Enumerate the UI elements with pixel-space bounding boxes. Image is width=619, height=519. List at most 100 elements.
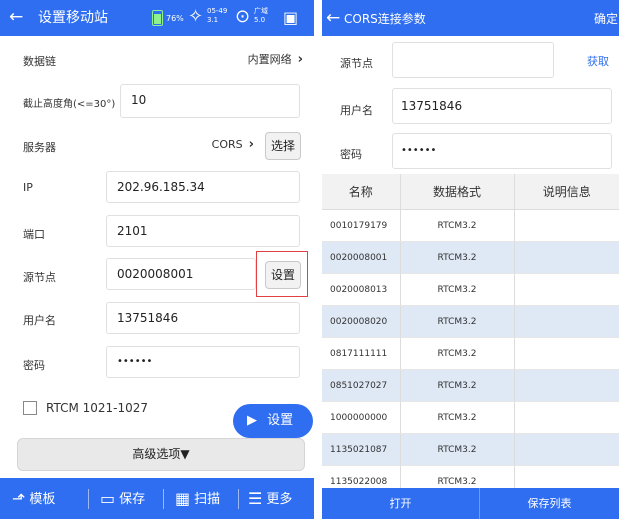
username-input[interactable]: 13751846 (392, 88, 612, 124)
mountpoint-set-button[interactable]: 设置 (265, 261, 301, 289)
fetch-button[interactable]: 获取 (587, 53, 609, 69)
chevron-right-icon: › (297, 52, 303, 67)
mountpoint-input[interactable]: 0020008001 (106, 258, 256, 290)
mountpoint-label: 源节点 (23, 271, 56, 284)
cell-name: 0851027027 (322, 369, 401, 402)
table-row[interactable]: 0851027027 RTCM3.2 (322, 369, 619, 402)
table-header-row: 名称 数据格式 说明信息 (322, 174, 619, 210)
cell-format: RTCM3.2 (400, 273, 515, 306)
table-row[interactable]: 0020008013 RTCM3.2 (322, 273, 619, 306)
mountpoint-table: 名称 数据格式 说明信息 0010179179 RTCM3.2 00200080… (322, 174, 619, 498)
fix-status-text: 广域 5.0 (254, 7, 268, 35)
toolbar-divider (238, 489, 239, 509)
save-icon: ▭ (100, 489, 116, 508)
cell-info (514, 273, 619, 306)
cell-info (514, 369, 619, 402)
column-header-info: 说明信息 (514, 174, 619, 210)
scan-label: 扫描 (194, 492, 221, 507)
page-title: 设置移动站 (38, 10, 108, 26)
toolbar-divider (88, 489, 89, 509)
column-header-format: 数据格式 (400, 174, 515, 210)
cell-format: RTCM3.2 (400, 337, 515, 370)
set-button[interactable]: ▶ 设置 (233, 404, 313, 438)
left-screen: ← 设置移动站 76% ✧ 05-49 3.1 ⊙ 广域 5.0 ▣ 数据链 内… (0, 0, 314, 519)
satellite-count-line2: 3.1 (207, 16, 219, 24)
satellite-icon: ✧ (188, 6, 204, 27)
table-row[interactable]: 0020008001 RTCM3.2 (322, 241, 619, 274)
satellite-count-line1: 05-49 (207, 7, 228, 15)
fix-status-icon: ⊙ (235, 6, 251, 27)
port-input[interactable]: 2101 (106, 215, 300, 247)
datalink-value: 内置网络 (247, 53, 292, 66)
template-icon: ⬏ (12, 489, 26, 508)
password-input[interactable]: •••••• (392, 133, 612, 169)
scan-button[interactable]: ▦ 扫描 (175, 478, 220, 519)
server-selector[interactable]: CORS › (190, 137, 254, 152)
password-label: 密码 (340, 148, 362, 161)
panel-gap (314, 0, 322, 519)
save-list-button[interactable]: 保存列表 (480, 488, 619, 519)
server-label: 服务器 (23, 141, 56, 154)
elevation-mask-input[interactable]: 10 (120, 84, 300, 118)
column-header-name: 名称 (322, 174, 401, 210)
table-row[interactable]: 0817111111 RTCM3.2 (322, 337, 619, 370)
elevation-mask-label: 截止高度角(<=30°) (23, 99, 116, 110)
cell-info (514, 305, 619, 338)
cell-format: RTCM3.2 (400, 241, 515, 274)
more-label: 更多 (266, 492, 293, 507)
cell-format: RTCM3.2 (400, 305, 515, 338)
qr-scan-icon: ▦ (175, 489, 191, 508)
cell-name: 0020008013 (322, 273, 401, 306)
right-header: ← CORS连接参数 确定 (322, 0, 619, 36)
fix-status-line2: 5.0 (254, 16, 266, 24)
advanced-options-button[interactable]: 高级选项▼ (17, 438, 305, 471)
ip-label: IP (23, 181, 33, 194)
username-input[interactable]: 13751846 (106, 302, 300, 334)
server-select-button[interactable]: 选择 (265, 132, 301, 160)
confirm-button[interactable]: 确定 (594, 10, 618, 27)
cell-name: 0010179179 (322, 209, 401, 242)
battery-icon (152, 10, 163, 26)
rtcm-checkbox[interactable] (23, 401, 37, 415)
cell-info (514, 433, 619, 466)
table-row[interactable]: 0020008020 RTCM3.2 (322, 305, 619, 338)
back-icon[interactable]: ← (9, 6, 23, 28)
cell-name: 0020008001 (322, 241, 401, 274)
open-button[interactable]: 打开 (322, 488, 479, 519)
table-row[interactable]: 0010179179 RTCM3.2 (322, 209, 619, 242)
cell-name: 0020008020 (322, 305, 401, 338)
username-label: 用户名 (23, 314, 56, 327)
save-label: 保存 (119, 492, 146, 507)
template-button[interactable]: ⬏ 模板 (12, 478, 55, 519)
table-row[interactable]: 1000000000 RTCM3.2 (322, 401, 619, 434)
cell-name: 1000000000 (322, 401, 401, 434)
fix-status-line1: 广域 (254, 7, 268, 15)
datalink-label: 数据链 (23, 55, 56, 68)
rtcm-label: RTCM 1021-1027 (46, 401, 149, 415)
cell-format: RTCM3.2 (400, 433, 515, 466)
device-icon[interactable]: ▣ (283, 8, 298, 36)
username-label: 用户名 (340, 104, 373, 117)
cell-format: RTCM3.2 (400, 401, 515, 434)
cell-info (514, 337, 619, 370)
cell-info (514, 209, 619, 242)
right-bottom-bar: 打开 保存列表 (322, 488, 619, 519)
password-input[interactable]: •••••• (106, 346, 300, 378)
datalink-selector[interactable]: 内置网络 › (200, 51, 303, 67)
set-button-label: 设置 (267, 413, 294, 428)
more-button[interactable]: ☰ 更多 (248, 478, 292, 519)
play-icon: ▶ (247, 413, 257, 428)
save-button[interactable]: ▭ 保存 (100, 478, 145, 519)
back-icon[interactable]: ← (326, 7, 340, 29)
port-label: 端口 (23, 228, 45, 241)
bottom-toolbar: ⬏ 模板 ▭ 保存 ▦ 扫描 ☰ 更多 (0, 478, 314, 519)
password-label: 密码 (23, 359, 45, 372)
template-label: 模板 (29, 492, 56, 507)
cell-info (514, 241, 619, 274)
table-row[interactable]: 1135021087 RTCM3.2 (322, 433, 619, 466)
left-header: ← 设置移动站 76% ✧ 05-49 3.1 ⊙ 广域 5.0 ▣ (0, 0, 314, 36)
ip-input[interactable]: 202.96.185.34 (106, 171, 300, 203)
mountpoint-input[interactable] (392, 42, 554, 78)
battery-percent: 76% (166, 14, 184, 23)
cell-format: RTCM3.2 (400, 209, 515, 242)
